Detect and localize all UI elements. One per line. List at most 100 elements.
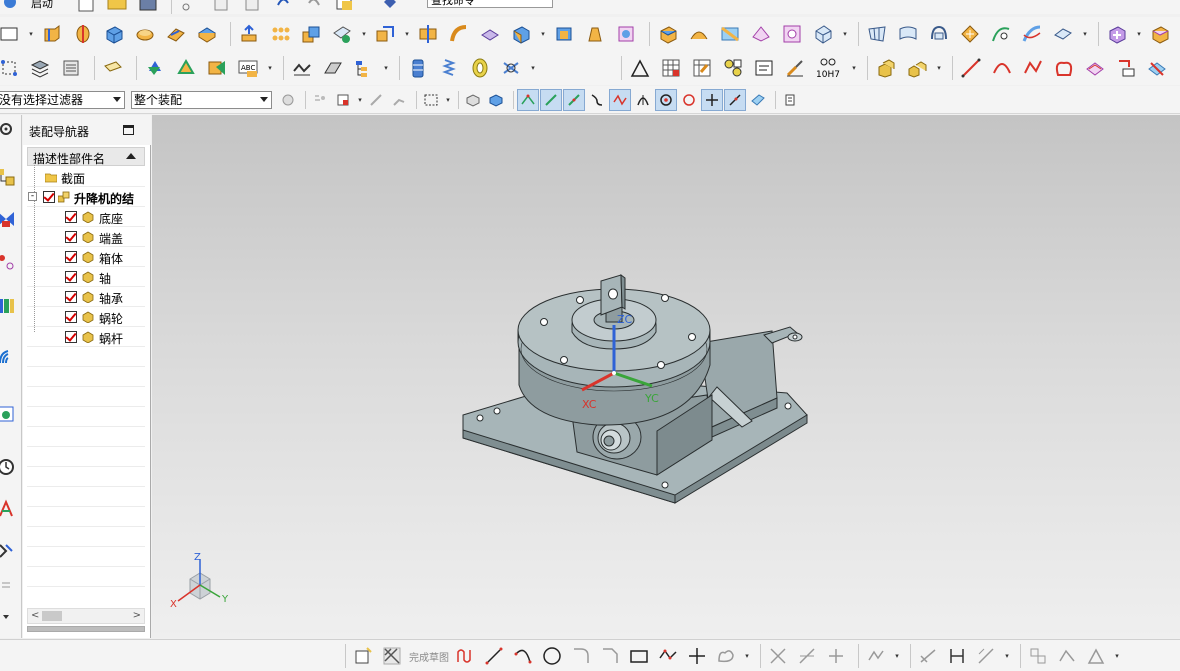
- relations-browser-icon[interactable]: [1084, 644, 1108, 668]
- section-view-icon[interactable]: [289, 55, 315, 81]
- visibility-checkbox[interactable]: [65, 251, 77, 263]
- navigator-horizontal-scrollbar[interactable]: < >: [27, 608, 145, 624]
- rapid-dimension-icon[interactable]: [945, 644, 969, 668]
- blue-diamond-icon[interactable]: [377, 0, 403, 14]
- extrude-icon[interactable]: [39, 21, 65, 47]
- auto-constrain-icon[interactable]: [1055, 644, 1079, 668]
- bounded-plane-icon[interactable]: [1050, 21, 1076, 47]
- snap-quadrant-icon[interactable]: [679, 90, 699, 110]
- constraint-navigator-tab-icon[interactable]: [0, 207, 18, 231]
- extract-body-icon[interactable]: [372, 21, 398, 47]
- reuse-library-tab-icon[interactable]: [0, 293, 18, 317]
- scale-dropdown[interactable]: ▾: [539, 21, 547, 47]
- component-dropdown[interactable]: ▾: [935, 55, 943, 81]
- system-materials-tab-icon[interactable]: [0, 497, 18, 521]
- tree-node-part[interactable]: 蜗杆: [27, 327, 145, 347]
- datum-dropdown[interactable]: ▾: [360, 21, 368, 47]
- resource-more-icon[interactable]: [0, 573, 18, 597]
- block-icon[interactable]: [101, 21, 127, 47]
- sketch-circle-icon[interactable]: [540, 644, 564, 668]
- tree-node-part[interactable]: 箱体: [27, 247, 145, 267]
- gear-icon[interactable]: [0, 117, 18, 141]
- sketch-rectangle-icon[interactable]: [627, 644, 651, 668]
- selection-points-icon[interactable]: [0, 55, 22, 81]
- section-clip-icon[interactable]: [320, 55, 346, 81]
- maximize-icon[interactable]: [123, 125, 134, 135]
- table-edit-icon[interactable]: [689, 55, 715, 81]
- snap-curve-icon[interactable]: [587, 90, 607, 110]
- note-icon[interactable]: [751, 55, 777, 81]
- stack-icon[interactable]: [405, 55, 431, 81]
- layer-settings-icon[interactable]: [58, 55, 84, 81]
- draft-icon[interactable]: [582, 21, 608, 47]
- visibility-checkbox[interactable]: [65, 271, 77, 283]
- tree-node-part[interactable]: 底座: [27, 207, 145, 227]
- spline-icon[interactable]: [1051, 55, 1077, 81]
- thicken-icon[interactable]: [551, 21, 577, 47]
- sketch-line-icon[interactable]: [482, 644, 506, 668]
- pattern-icon[interactable]: [267, 21, 293, 47]
- quick-extend-icon[interactable]: [795, 644, 819, 668]
- tree-node-part[interactable]: 端盖: [27, 227, 145, 247]
- shell-icon[interactable]: [194, 21, 220, 47]
- visibility-checkbox[interactable]: [65, 211, 77, 223]
- constraint-dropdown[interactable]: ▾: [1003, 643, 1011, 669]
- sketch-curve-dropdown[interactable]: ▾: [743, 643, 751, 669]
- open-folder-icon[interactable]: [104, 0, 130, 14]
- emboss-icon[interactable]: [779, 21, 805, 47]
- offset-sketch-curve-icon[interactable]: [864, 644, 888, 668]
- snap-point-icon[interactable]: [701, 89, 723, 111]
- selection-scope-select[interactable]: 整个装配: [131, 91, 272, 109]
- table-grid-icon[interactable]: [658, 55, 684, 81]
- offset-curve-icon[interactable]: [1082, 55, 1108, 81]
- start-label[interactable]: 启动: [31, 0, 53, 11]
- divide-face-dropdown[interactable]: ▾: [841, 21, 849, 47]
- parts-list-icon[interactable]: [720, 55, 746, 81]
- visibility-checkbox[interactable]: [43, 191, 55, 203]
- assembly-navigator-tab-icon[interactable]: [0, 165, 18, 189]
- patch-icon[interactable]: [717, 21, 743, 47]
- wireframe-block-icon[interactable]: [463, 90, 483, 110]
- tree-node-part[interactable]: 蜗轮: [27, 307, 145, 327]
- save-icon[interactable]: [135, 0, 161, 14]
- bearing-icon[interactable]: [467, 55, 493, 81]
- show-icon[interactable]: [173, 55, 199, 81]
- sweep-icon[interactable]: [446, 21, 472, 47]
- chamfer-icon[interactable]: [163, 21, 189, 47]
- graphics-window[interactable]: ZC YC XC Z Y X: [152, 115, 1180, 638]
- sketch-dropdown[interactable]: ▾: [27, 21, 35, 47]
- snap-midpoint-icon[interactable]: [563, 89, 585, 111]
- select-box-dropdown[interactable]: ▾: [356, 90, 364, 110]
- resource-bar-options-icon[interactable]: [0, 605, 18, 629]
- show-hide-icon[interactable]: [142, 55, 168, 81]
- tree-node-section[interactable]: 截面: [27, 167, 145, 187]
- polyline-icon[interactable]: [1020, 55, 1046, 81]
- visibility-checkbox[interactable]: [65, 291, 77, 303]
- quick-trim-icon[interactable]: [766, 644, 790, 668]
- hide-icon[interactable]: [204, 55, 230, 81]
- type-filter-select[interactable]: 没有选择过滤器: [0, 91, 125, 109]
- undo-icon[interactable]: [270, 0, 296, 14]
- select-chain-icon[interactable]: [366, 90, 386, 110]
- sketch-chamfer-icon[interactable]: [598, 644, 622, 668]
- shaded-block-icon[interactable]: [486, 90, 506, 110]
- snap-endpoint-icon[interactable]: [517, 89, 539, 111]
- snap-center-icon[interactable]: [655, 89, 677, 111]
- finish-sketch-label[interactable]: 完成草图: [409, 649, 449, 664]
- window-icon[interactable]: [332, 0, 358, 14]
- face-blend-icon[interactable]: [748, 21, 774, 47]
- navigator-splitter[interactable]: [27, 626, 145, 632]
- swept-surface-icon[interactable]: [1019, 21, 1045, 47]
- component-array-icon[interactable]: [904, 55, 930, 81]
- trim-body-icon[interactable]: [415, 21, 441, 47]
- fastener-dropdown[interactable]: ▾: [529, 55, 537, 81]
- n-sided-surface-icon[interactable]: [957, 21, 983, 47]
- web-browser-tab-icon[interactable]: [0, 345, 18, 369]
- sketch-icon[interactable]: [351, 644, 375, 668]
- info-dropdown[interactable]: ▾: [382, 55, 390, 81]
- redo-icon[interactable]: [301, 0, 327, 14]
- spring-icon[interactable]: [436, 55, 462, 81]
- scroll-left-icon[interactable]: <: [31, 610, 39, 621]
- filter-settings-icon[interactable]: [278, 90, 298, 110]
- datum-plane-icon[interactable]: [329, 21, 355, 47]
